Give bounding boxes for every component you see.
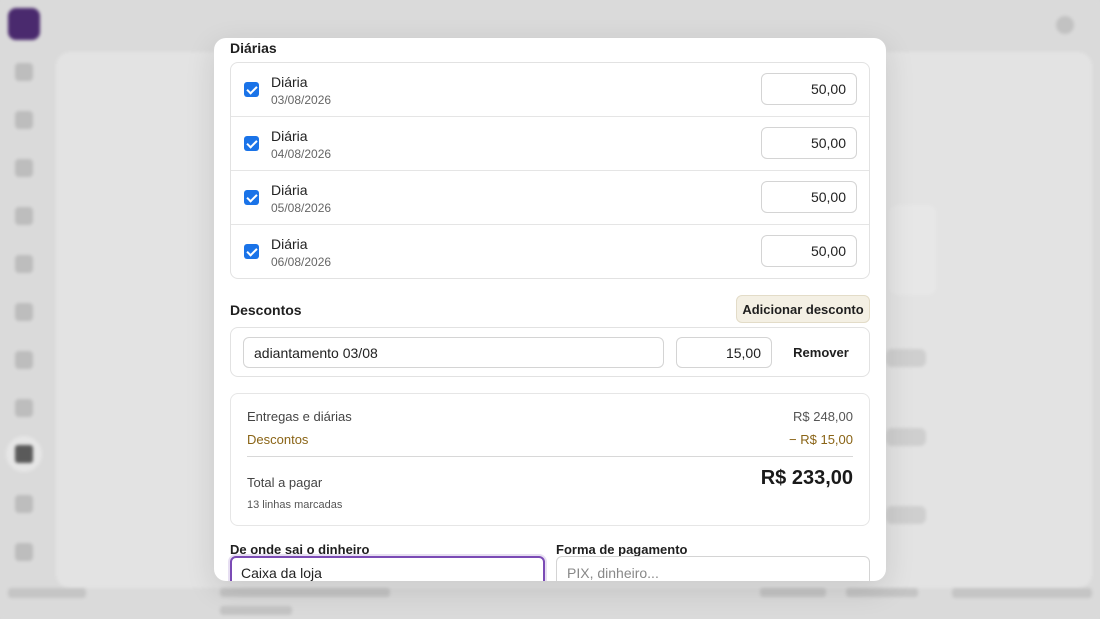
background-text [220, 606, 292, 615]
diaria-date: 04/08/2026 [271, 147, 332, 161]
sidebar-nav-icon [15, 63, 33, 81]
sidebar-nav-icon [15, 399, 33, 417]
diaria-checkbox[interactable] [244, 136, 259, 151]
diaria-amount-input[interactable] [761, 235, 857, 267]
diaria-checkbox[interactable] [244, 82, 259, 97]
summary-entregas-value: R$ 248,00 [793, 409, 853, 424]
footer-text [952, 588, 1092, 598]
sidebar-nav-icon-active [6, 436, 42, 472]
total-value: R$ 233,00 [760, 467, 853, 489]
sidebar-nav-icon [15, 351, 33, 369]
diaria-checkbox[interactable] [244, 190, 259, 205]
list-item: Diária 06/08/2026 [231, 225, 869, 278]
money-source-input[interactable] [230, 556, 545, 581]
sidebar-nav-icon [15, 207, 33, 225]
add-discount-button[interactable]: Adicionar desconto [736, 295, 870, 323]
source-label: De onde sai o dinheiro [230, 542, 370, 557]
diaria-label: Diária [271, 74, 308, 90]
summary-descontos-label: Descontos [247, 432, 309, 447]
list-item: Diária 03/08/2026 [231, 63, 869, 117]
diaria-label: Diária [271, 236, 308, 252]
payment-summary: Entregas e diárias R$ 248,00 Descontos −… [230, 393, 870, 526]
background-pill [886, 506, 926, 524]
discount-amount-input[interactable] [676, 337, 772, 368]
diaria-label: Diária [271, 182, 308, 198]
background-text [846, 588, 918, 597]
sidebar-nav-icon [15, 255, 33, 273]
discount-description-input[interactable] [243, 337, 664, 368]
diaria-checkbox[interactable] [244, 244, 259, 259]
diaria-amount-input[interactable] [761, 73, 857, 105]
total-label: Total a pagar [247, 475, 323, 490]
background-pill [886, 428, 926, 446]
method-label: Forma de pagamento [556, 542, 688, 557]
diaria-date: 03/08/2026 [271, 93, 332, 107]
app-logo [8, 8, 40, 40]
sidebar-nav-icon [15, 159, 33, 177]
diaria-date: 05/08/2026 [271, 201, 332, 215]
diarias-list: Diária 03/08/2026 Diária 04/08/2026 Diár… [230, 62, 870, 279]
lines-count: 13 linhas marcadas [247, 499, 343, 511]
diaria-label: Diária [271, 128, 308, 144]
sidebar-nav-icon [15, 495, 33, 513]
summary-descontos-value: − R$ 15,00 [789, 432, 853, 447]
sidebar [0, 0, 48, 619]
payment-modal: Diárias Diária 03/08/2026 Diária 04/08/2… [214, 38, 886, 581]
list-item: Diária 04/08/2026 [231, 117, 869, 171]
diaria-amount-input[interactable] [761, 127, 857, 159]
summary-entregas-label: Entregas e diárias [247, 409, 352, 424]
background-text [220, 588, 390, 597]
sidebar-nav-icon [15, 543, 33, 561]
summary-divider [247, 456, 853, 457]
diarias-title: Diárias [230, 40, 277, 56]
background-pill [886, 349, 926, 367]
diaria-amount-input[interactable] [761, 181, 857, 213]
diaria-date: 06/08/2026 [271, 255, 332, 269]
sidebar-nav-icon [15, 111, 33, 129]
footer-text [8, 588, 86, 598]
payment-method-input[interactable] [556, 556, 870, 581]
theme-toggle-icon [1056, 16, 1074, 34]
discount-row: Remover [230, 327, 870, 377]
sidebar-nav-icon [15, 303, 33, 321]
remove-discount-button[interactable]: Remover [784, 337, 858, 368]
list-item: Diária 05/08/2026 [231, 171, 869, 225]
background-text [760, 588, 826, 597]
descontos-title: Descontos [230, 302, 302, 318]
background-card [890, 205, 936, 295]
